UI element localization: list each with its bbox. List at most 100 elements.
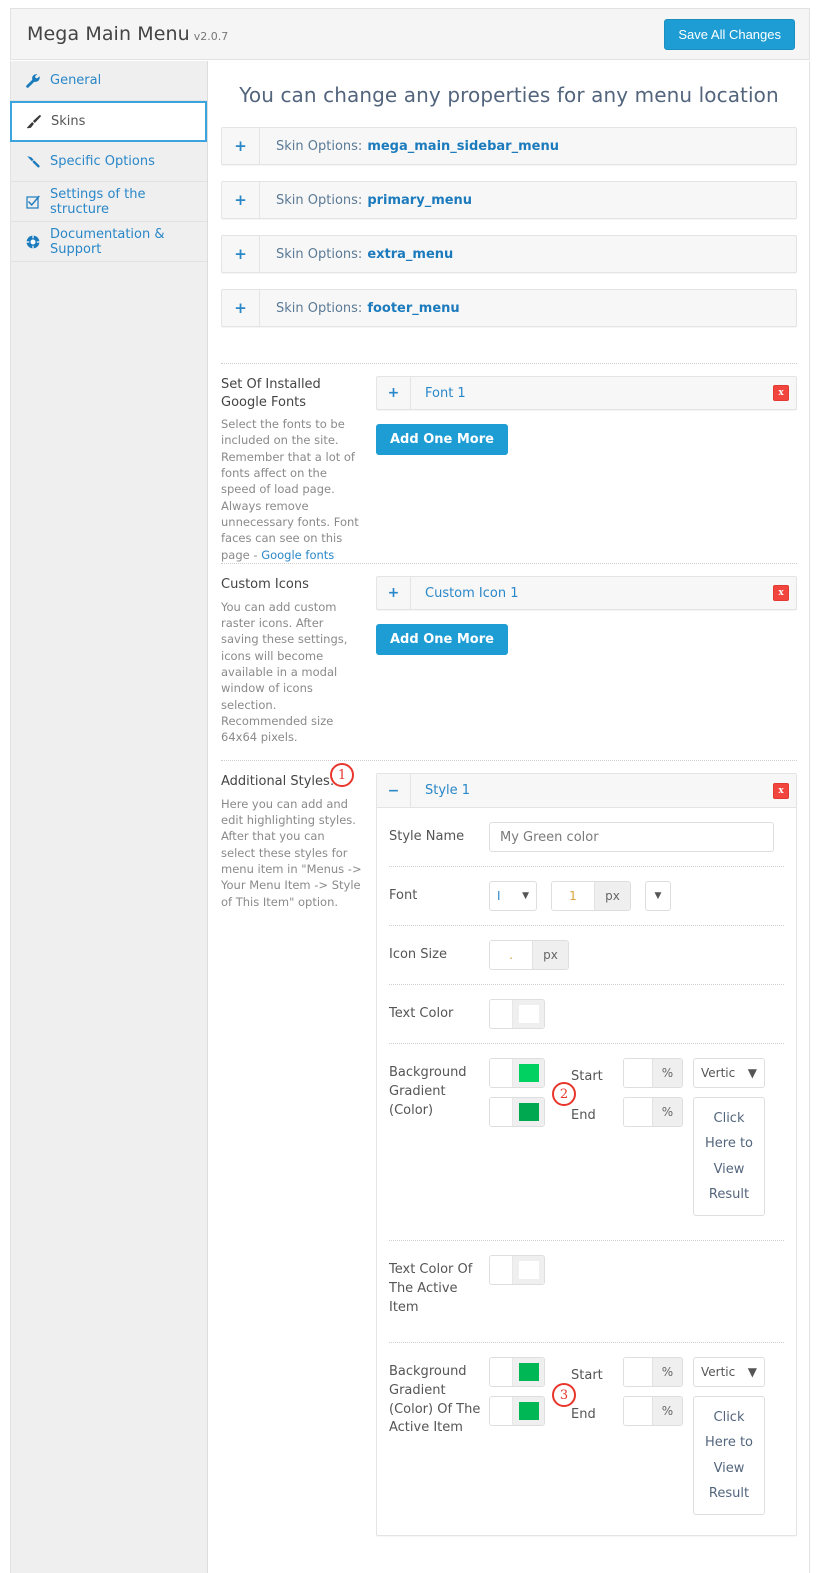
active-view-result-button[interactable]: Click Here to View Result	[693, 1395, 765, 1516]
view-result-button[interactable]: Click Here to View Result	[693, 1097, 765, 1217]
color-preview[interactable]	[513, 1256, 544, 1285]
add-one-more-font-button[interactable]: Add One More	[376, 424, 508, 455]
gradient-end-percent-input[interactable]: %	[623, 1097, 683, 1128]
app-title-group: Mega Main Menu v2.0.7	[27, 23, 228, 45]
icon-size-stepper[interactable]: . px	[489, 940, 569, 971]
field-row-active-text-color: Text Color Of The Active Item	[389, 1240, 784, 1342]
save-all-changes-button[interactable]: Save All Changes	[664, 18, 795, 50]
app-title: Mega Main Menu	[27, 23, 190, 45]
gradient-end-percent-value[interactable]	[624, 1098, 652, 1127]
section-title: Set Of Installed Google Fonts	[221, 377, 321, 410]
color-picker-input[interactable]	[490, 1098, 513, 1127]
app-header: Mega Main Menu v2.0.7 Save All Changes	[10, 8, 810, 60]
color-picker-input[interactable]	[490, 1396, 513, 1425]
hammer-icon	[24, 153, 41, 170]
expand-toggle-icon[interactable]: +	[377, 377, 411, 409]
sidebar-item-skins[interactable]: Skins	[10, 101, 207, 142]
font-size-stepper[interactable]: 1 px	[551, 881, 631, 912]
gradient-color-column	[489, 1356, 571, 1515]
lifering-icon	[24, 233, 41, 250]
active-gradient-end-color-picker[interactable]	[489, 1395, 545, 1426]
color-picker-input[interactable]	[490, 1357, 513, 1386]
app-version: v2.0.7	[193, 30, 229, 43]
gradient-start-color-picker[interactable]	[489, 1058, 545, 1089]
gradient-end-row: End %	[571, 1097, 693, 1128]
delete-custom-icon-button[interactable]: x	[773, 585, 789, 602]
collapse-toggle-icon[interactable]: −	[377, 774, 411, 808]
color-picker-input[interactable]	[490, 1256, 513, 1285]
expand-toggle-icon[interactable]: +	[222, 236, 260, 272]
expand-toggle-icon[interactable]: +	[222, 128, 260, 164]
active-gradient-start-percent-input[interactable]: %	[623, 1356, 683, 1387]
delete-style-button[interactable]: x	[773, 782, 789, 799]
sidebar-item-settings-of-the-structure[interactable]: Settings of the structure	[11, 182, 207, 222]
style-panel-header[interactable]: − Style 1 x	[377, 774, 796, 809]
color-picker-input[interactable]	[490, 1059, 513, 1088]
skin-options-bar[interactable]: + Skin Options: footer_menu	[221, 289, 797, 327]
field-row-icon-size: Icon Size . px	[389, 925, 784, 984]
gradient-color-column	[489, 1058, 571, 1216]
custom-icons-items-column: + Custom Icon 1 x Add One More	[376, 576, 797, 760]
expand-toggle-icon[interactable]: +	[222, 290, 260, 326]
font-weight-select[interactable]: ▼	[645, 881, 671, 912]
custom-icon-item-label: Custom Icon 1	[425, 585, 519, 601]
skin-options-name: primary_menu	[367, 192, 473, 208]
gradient-start-row: Start %	[571, 1058, 693, 1089]
expand-toggle-icon[interactable]: +	[377, 577, 411, 610]
additional-styles-description-column: Additional Styles: Here you can add and …	[221, 773, 376, 1536]
active-text-color-picker[interactable]	[489, 1255, 545, 1286]
add-one-more-icon-button[interactable]: Add One More	[376, 624, 508, 656]
sidebar-item-documentation-support[interactable]: Documentation & Support	[11, 222, 207, 262]
active-gradient-end-percent-value[interactable]	[624, 1396, 652, 1425]
style-name-input[interactable]	[489, 822, 774, 853]
gradient-stop-column: Start % End %	[571, 1356, 693, 1515]
google-fonts-link[interactable]: Google fonts	[261, 548, 334, 562]
font-size-value[interactable]: 1	[552, 882, 594, 911]
font-item-bar[interactable]: + Font 1 x	[376, 376, 797, 410]
gradient-start-percent-value[interactable]	[624, 1059, 652, 1088]
section-description-text: Select the fonts to be included on the s…	[221, 417, 359, 562]
main-content: You can change any properties for any me…	[209, 61, 810, 1573]
field-control	[489, 999, 784, 1030]
color-preview[interactable]	[513, 1000, 544, 1029]
skin-options-prefix: Skin Options:	[276, 246, 363, 262]
color-picker-input[interactable]	[490, 1000, 513, 1029]
style-panel-label: Style 1	[425, 783, 471, 799]
icon-size-value[interactable]: .	[490, 941, 532, 970]
skin-options-bar[interactable]: + Skin Options: extra_menu	[221, 235, 797, 273]
color-preview[interactable]	[513, 1357, 544, 1386]
field-row-active-background-gradient: Background Gradient (Color) Of The Activ…	[389, 1341, 784, 1521]
color-preview[interactable]	[513, 1059, 544, 1088]
field-row-style-name: Style Name	[389, 808, 784, 866]
skin-options-bar[interactable]: + Skin Options: mega_main_sidebar_menu	[221, 127, 797, 165]
gradient-direction-column: Vertic ▼ Click Here to View Result	[693, 1356, 765, 1516]
gradient-start-percent-input[interactable]: %	[623, 1058, 683, 1089]
color-preview[interactable]	[513, 1098, 544, 1127]
gradient-start-label: Start	[571, 1367, 603, 1383]
sidebar-item-label: General	[50, 73, 102, 88]
percent-unit: %	[652, 1098, 682, 1127]
active-gradient-end-percent-input[interactable]: %	[623, 1395, 683, 1426]
sidebar-item-specific-options[interactable]: Specific Options	[11, 142, 207, 182]
font-family-select[interactable]: I ▼	[489, 881, 537, 912]
sidebar-item-label: Documentation & Support	[50, 226, 165, 257]
sidebar-item-label: Skins	[51, 114, 86, 129]
field-label: Text Color Of The Active Item	[389, 1262, 473, 1316]
gradient-end-label: End	[571, 1108, 596, 1124]
section-title: Additional Styles:	[221, 774, 335, 790]
skin-options-bar[interactable]: + Skin Options: primary_menu	[221, 181, 797, 219]
field-control	[489, 822, 784, 853]
active-gradient-direction-select[interactable]: Vertic ▼	[693, 1356, 765, 1387]
custom-icon-item-bar[interactable]: + Custom Icon 1 x	[376, 576, 797, 611]
sidebar-item-general[interactable]: General	[11, 61, 207, 101]
delete-font-button[interactable]: x	[773, 385, 789, 401]
color-preview[interactable]	[513, 1396, 544, 1425]
field-control: Start % End % Vertic ▼ Click Here to Vie…	[489, 1356, 784, 1516]
active-gradient-start-percent-value[interactable]	[624, 1357, 652, 1386]
active-gradient-start-color-picker[interactable]	[489, 1356, 545, 1387]
expand-toggle-icon[interactable]: +	[222, 182, 260, 218]
text-color-picker[interactable]	[489, 999, 545, 1030]
gradient-start-row: Start %	[571, 1356, 693, 1387]
gradient-direction-select[interactable]: Vertic ▼	[693, 1058, 765, 1089]
gradient-end-color-picker[interactable]	[489, 1097, 545, 1128]
